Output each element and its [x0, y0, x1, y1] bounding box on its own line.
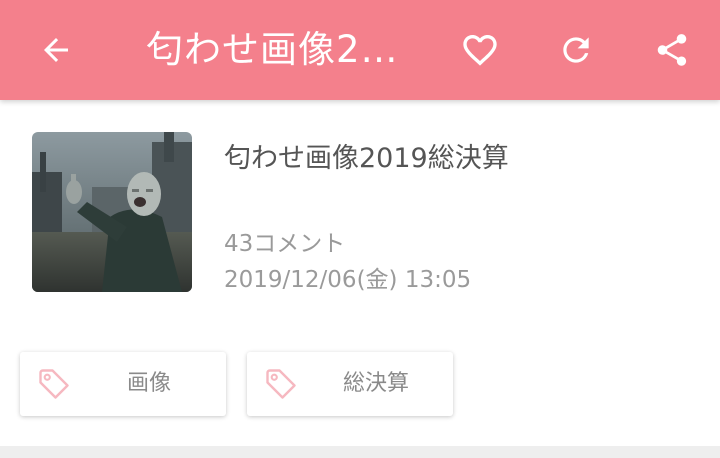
tag-chip[interactable]: 総決算 [247, 352, 453, 416]
back-button[interactable] [28, 22, 84, 78]
tag-chip[interactable]: 画像 [20, 352, 226, 416]
article-title: 匂わせ画像2019総決算 [224, 143, 509, 174]
tag-icon [39, 369, 69, 399]
comment-count: 43コメント [224, 231, 346, 257]
article-card[interactable]: 匂わせ画像2019総決算 43コメント 2019/12/06(金) 13:05 [0, 100, 720, 320]
article-thumbnail[interactable] [32, 132, 192, 292]
share-icon [657, 34, 687, 66]
favorite-button[interactable] [452, 22, 508, 78]
page-title: 匂わせ画像20... [146, 28, 418, 71]
reload-button[interactable] [548, 22, 604, 78]
post-date: 2019/12/06(金) 13:05 [224, 267, 472, 293]
app-bar: 匂わせ画像20... [0, 0, 720, 100]
tag-label: 総決算 [342, 371, 409, 396]
tag-label: 画像 [126, 371, 171, 396]
tag-icon [266, 369, 296, 399]
section-divider [0, 446, 720, 458]
heart-outline-icon [463, 35, 497, 66]
arrow-left-icon [44, 38, 68, 62]
share-button[interactable] [644, 22, 700, 78]
tag-list: 画像 総決算 [0, 350, 720, 420]
refresh-icon [563, 37, 589, 63]
